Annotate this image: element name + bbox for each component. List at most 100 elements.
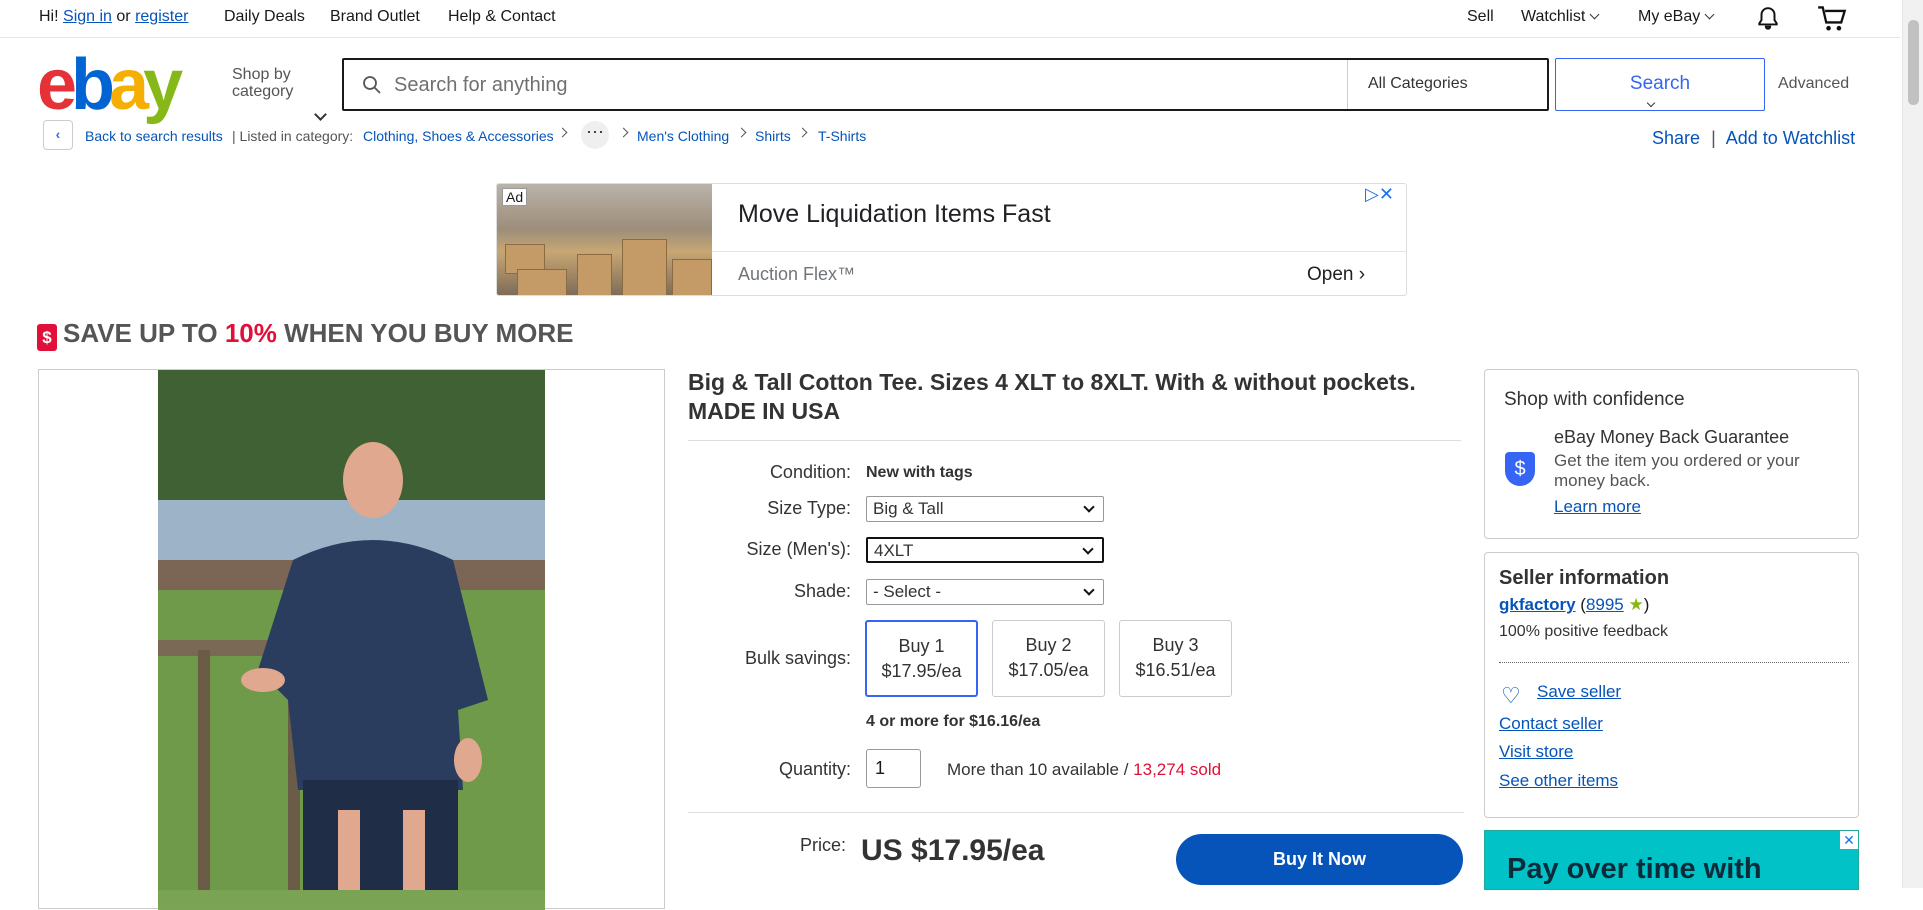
bulk-price: $17.95/ea: [881, 661, 962, 681]
back-to-search-link[interactable]: Back to search results: [85, 128, 223, 144]
heart-icon[interactable]: ♡: [1501, 683, 1521, 709]
chevron-right-icon: [618, 127, 629, 138]
ad-banner[interactable]: Ad Move Liquidation Items Fast Auction F…: [496, 183, 1407, 296]
condition-label: Condition:: [769, 462, 851, 482]
ad-source: Auction Flex™: [738, 264, 856, 284]
search-input[interactable]: Search for anything: [394, 74, 567, 97]
chevron-down-icon: [1083, 584, 1095, 596]
ebay-logo[interactable]: ebay: [37, 49, 183, 121]
shop-by-label: Shop by: [232, 66, 291, 83]
warehouse-ad-image: [497, 184, 712, 295]
breadcrumb-mens-clothing[interactable]: Men's Clothing: [637, 128, 729, 144]
shade-select[interactable]: - Select -: [866, 579, 1104, 605]
bulk-price: $16.51/ea: [1135, 660, 1216, 680]
bulk-price: $17.05/ea: [1008, 660, 1089, 680]
sold-count[interactable]: 13,274 sold: [1133, 760, 1221, 779]
watchlist-label: Watchlist: [1521, 8, 1586, 25]
seller-heading: Seller information: [1499, 567, 1670, 589]
chevron-left-icon: ‹: [55, 126, 61, 142]
brand-outlet-link[interactable]: Brand Outlet: [330, 8, 420, 26]
breadcrumb-shirts[interactable]: Shirts: [755, 128, 791, 144]
more-categories-icon[interactable]: ⋯: [581, 121, 609, 149]
advanced-search-link[interactable]: Advanced: [1778, 75, 1849, 93]
chevron-down-icon: [1589, 9, 1600, 20]
search-button[interactable]: Search: [1555, 58, 1765, 111]
category-select[interactable]: All Categories: [1347, 60, 1656, 109]
ad-close-icon[interactable]: ✕: [1840, 831, 1858, 849]
star-icon: ★: [1628, 595, 1644, 614]
notification-bell-icon[interactable]: [1755, 6, 1781, 32]
watchlist-menu[interactable]: Watchlist: [1521, 8, 1600, 26]
bulk-savings-banner: $ SAVE UP TO 10% WHEN YOU BUY MORE: [37, 318, 574, 351]
search-icon: [363, 76, 381, 94]
guarantee-title: eBay Money Back Guarantee: [1554, 427, 1790, 447]
my-ebay-menu[interactable]: My eBay: [1638, 8, 1715, 26]
scrollbar-thumb[interactable]: [1908, 20, 1919, 105]
chevron-right-icon: [557, 127, 568, 138]
contact-seller-link[interactable]: Contact seller: [1499, 714, 1603, 734]
register-link[interactable]: register: [135, 8, 188, 25]
page-scrollbar[interactable]: [1902, 0, 1923, 888]
bulk-option-buy-1[interactable]: Buy 1 $17.95/ea: [865, 620, 978, 697]
my-ebay-label: My eBay: [1638, 8, 1701, 25]
box-shape: [622, 239, 667, 295]
bulk-option-buy-3[interactable]: Buy 3 $16.51/ea: [1119, 620, 1232, 697]
condition-value: New with tags: [866, 464, 973, 481]
back-button[interactable]: ‹: [43, 120, 73, 150]
box-shape: [672, 259, 712, 295]
promo-prefix: SAVE UP TO: [63, 318, 225, 348]
see-other-items-link[interactable]: See other items: [1499, 771, 1618, 791]
share-actions: Share | Add to Watchlist: [1652, 128, 1855, 149]
greeting: Hi! Sign in or register: [39, 8, 188, 26]
paren-close: ): [1643, 595, 1650, 614]
item-title: Big & Tall Cotton Tee. Sizes 4 XLT to 8X…: [688, 369, 1416, 424]
category-label: category: [232, 83, 294, 100]
cart-icon[interactable]: [1817, 5, 1847, 33]
breadcrumb-tshirts[interactable]: T-Shirts: [818, 128, 866, 144]
or-text: or: [116, 8, 131, 25]
size-type-label: Size Type:: [767, 498, 851, 518]
product-photo[interactable]: [158, 370, 545, 910]
size-label: Size (Men's):: [746, 539, 851, 559]
chevron-right-icon: [797, 127, 808, 138]
ad-title[interactable]: Move Liquidation Items Fast: [738, 200, 1051, 229]
search-bar: Search for anything All Categories: [342, 58, 1656, 111]
price-tag-icon: $: [37, 324, 57, 351]
product-image-panel: [38, 369, 665, 910]
save-seller-link[interactable]: Save seller: [1537, 682, 1621, 702]
product-photo-illustration: [158, 370, 545, 890]
ad-open-button[interactable]: Open ›: [1307, 264, 1365, 286]
help-contact-link[interactable]: Help & Contact: [448, 8, 556, 26]
bulk-qty: Buy 3: [1152, 635, 1199, 655]
shade-label: Shade:: [793, 581, 851, 601]
sell-link[interactable]: Sell: [1467, 8, 1494, 26]
quantity-input[interactable]: 1: [866, 749, 921, 788]
pay-over-time-ad[interactable]: Pay over time with ✕: [1484, 830, 1859, 890]
price-label: Price:: [799, 835, 846, 855]
chevron-down-icon: [1704, 9, 1715, 20]
add-to-watchlist-link[interactable]: Add to Watchlist: [1726, 128, 1855, 148]
daily-deals-link[interactable]: Daily Deals: [224, 8, 305, 26]
buy-it-now-button[interactable]: Buy It Now: [1176, 834, 1463, 885]
breadcrumb-clothing[interactable]: Clothing, Shoes & Accessories: [363, 128, 554, 144]
bulk-option-buy-2[interactable]: Buy 2 $17.05/ea: [992, 620, 1105, 697]
item-price: US $17.95/ea: [861, 834, 1045, 867]
shop-by-category-button[interactable]: Shop by category: [232, 66, 327, 121]
ad-close-icon[interactable]: ▷✕: [1365, 184, 1394, 205]
logo-letter-y: y: [143, 45, 183, 125]
guarantee-description: Get the item you ordered or your money b…: [1554, 451, 1800, 490]
sign-in-link[interactable]: Sign in: [63, 8, 112, 25]
size-select-value: 4XLT: [874, 541, 914, 560]
size-type-select[interactable]: Big & Tall: [866, 496, 1104, 522]
visit-store-link[interactable]: Visit store: [1499, 742, 1573, 762]
promo-suffix: WHEN YOU BUY MORE: [276, 318, 574, 348]
chevron-right-icon: [736, 127, 747, 138]
feedback-score-link[interactable]: 8995: [1586, 595, 1624, 614]
quantity-label: Quantity:: [778, 759, 851, 779]
size-select[interactable]: 4XLT: [866, 537, 1104, 563]
learn-more-link[interactable]: Learn more: [1554, 497, 1641, 517]
share-link[interactable]: Share: [1652, 128, 1700, 148]
top-navigation-bar: Hi! Sign in or register Daily Deals Bran…: [0, 0, 1900, 38]
bulk-qty: Buy 1: [898, 636, 945, 656]
seller-name-link[interactable]: gkfactory: [1499, 595, 1576, 614]
